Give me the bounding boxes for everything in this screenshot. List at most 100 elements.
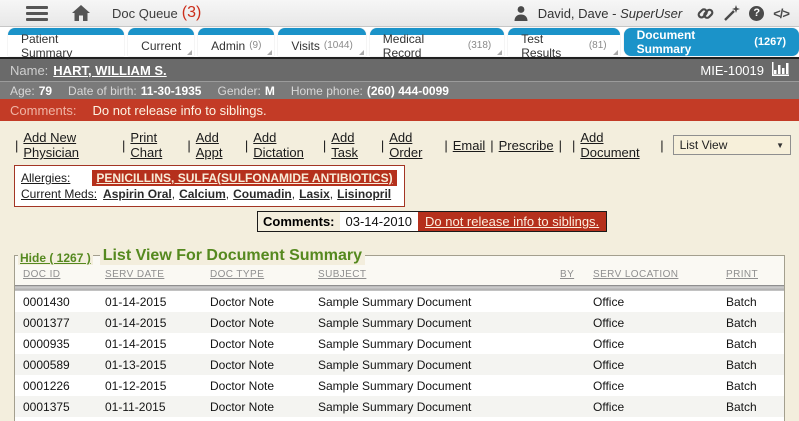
tab-visits[interactable]: Visits(1044)	[278, 28, 365, 56]
comment-text-link[interactable]: Do not release info to siblings.	[418, 212, 606, 231]
cell-serv-date: 01-14-2015	[105, 333, 210, 354]
hide-link[interactable]: Hide ( 1267 )	[18, 251, 93, 265]
tab-medical-record[interactable]: Medical Record(318)	[370, 28, 504, 56]
cell-serv-location: Office	[593, 333, 726, 354]
pipe: |	[490, 138, 493, 153]
document-table-panel: DOC IDSERV DATEDOC TYPESUBJECTBYSERV LOC…	[14, 255, 785, 421]
allergies-label[interactable]: Allergies:	[21, 171, 70, 185]
table-row[interactable]: 000058901-13-2015Doctor NoteSample Summa…	[15, 354, 784, 375]
phone-value: (260) 444-0099	[367, 84, 449, 98]
patient-name-link[interactable]: HART, WILLIAM S.	[53, 63, 166, 78]
column-header-print[interactable]: PRINT	[726, 267, 784, 286]
cell-subject: Sample Summary Document	[318, 375, 560, 396]
comment-box-label: Comments:	[258, 212, 340, 231]
cell-print: Batch	[726, 396, 784, 417]
cell-subject: Sample Summary Document	[318, 354, 560, 375]
cell-doc-type: Doctor Note	[210, 312, 318, 333]
add-document-link[interactable]: Add Document	[580, 130, 655, 160]
cell-serv-location: Office	[593, 312, 726, 333]
med-link-aspirin-oral[interactable]: Aspirin Oral	[103, 187, 172, 201]
actions-right: | Add Document | List View ▼	[567, 130, 791, 160]
cell-serv-date: 01-12-2015	[105, 375, 210, 396]
column-header-by[interactable]: BY	[560, 267, 593, 286]
tab-admin[interactable]: Admin(9)	[198, 28, 274, 56]
table-row[interactable]: 000137701-14-2015Doctor NoteSample Summa…	[15, 312, 784, 333]
document-table: DOC IDSERV DATEDOC TYPESUBJECTBYSERV LOC…	[15, 267, 784, 421]
phone-label: Home phone:	[291, 84, 363, 98]
wand-icon[interactable]	[723, 5, 740, 22]
tab-document-summary[interactable]: Document Summary(1267)	[624, 28, 799, 56]
med-link-calcium[interactable]: Calcium	[179, 187, 226, 201]
tab-current[interactable]: Current	[128, 28, 194, 56]
cell-doc-type: Doctor Note	[210, 417, 318, 421]
action-link-print-chart[interactable]: Print Chart	[130, 130, 182, 160]
cell-subject: Sample Summary Document	[318, 333, 560, 354]
tab-test-results[interactable]: Test Results(81)	[508, 28, 619, 56]
tab-patient-summary[interactable]: Patient Summary	[8, 28, 124, 56]
cell-doc-type: Doctor Note	[210, 333, 318, 354]
action-link-add-task[interactable]: Add Task	[331, 130, 376, 160]
name-label: Name:	[10, 63, 48, 78]
med-separator: ,	[172, 187, 175, 201]
column-header-doc-type[interactable]: DOC TYPE	[210, 267, 318, 286]
column-header-serv-location[interactable]: SERV LOCATION	[593, 267, 726, 286]
column-header-serv-date[interactable]: SERV DATE	[105, 267, 210, 286]
table-row[interactable]: 000122601-12-2015Doctor NoteSample Summa…	[15, 375, 784, 396]
action-link-add-order[interactable]: Add Order	[389, 130, 439, 160]
menu-icon[interactable]	[26, 6, 48, 21]
cell-serv-date: 01-11-2015	[105, 396, 210, 417]
table-row[interactable]: 000143001-14-2015Doctor NoteSample Summa…	[15, 291, 784, 313]
med-link-lisinopril[interactable]: Lisinopril	[337, 187, 391, 201]
user-role: SuperUser	[620, 6, 682, 21]
cell-serv-location: Office	[593, 354, 726, 375]
action-link-add-dictation[interactable]: Add Dictation	[253, 130, 318, 160]
cell-print: Batch	[726, 375, 784, 396]
cell-subject: Sample Summary Document	[318, 312, 560, 333]
table-row[interactable]: 000093501-14-2015Doctor NoteSample Summa…	[15, 333, 784, 354]
cell-doc-id: 0000589	[15, 354, 105, 375]
listview-legend: Hide ( 1267 ) List View For Document Sum…	[14, 246, 785, 265]
cell-serv-date: 01-11-2015	[105, 417, 210, 421]
code-icon[interactable]: </>	[773, 6, 789, 21]
cell-by	[560, 396, 593, 417]
med-link-lasix[interactable]: Lasix	[299, 187, 330, 201]
action-link-prescribe[interactable]: Prescribe	[499, 138, 554, 153]
med-separator: ,	[226, 187, 229, 201]
chart-graph-icon[interactable]	[772, 62, 789, 79]
queue-title[interactable]: Doc Queue	[112, 6, 178, 21]
action-link-email[interactable]: Email	[453, 138, 486, 153]
cell-doc-id: 0001377	[15, 312, 105, 333]
table-row[interactable]: 000137501-11-2015Doctor NoteSample Summa…	[15, 396, 784, 417]
age-label: Age:	[10, 84, 35, 98]
view-select[interactable]: List View ▼	[673, 135, 791, 155]
cell-serv-date: 01-13-2015	[105, 354, 210, 375]
queue-count: (3)	[182, 4, 202, 22]
link-icon[interactable]	[697, 5, 714, 22]
cell-print: Batch	[726, 291, 784, 313]
column-header-subject[interactable]: SUBJECT	[318, 267, 560, 286]
cell-serv-location: Office	[593, 375, 726, 396]
cell-serv-location: Office	[593, 396, 726, 417]
column-header-doc-id[interactable]: DOC ID	[15, 267, 105, 286]
allergy-value-link[interactable]: PENICILLINS, SULFA(SULFONAMIDE ANTIBIOTI…	[92, 170, 396, 186]
home-icon[interactable]	[72, 5, 90, 21]
current-meds-label[interactable]: Current Meds:	[21, 187, 97, 201]
action-link-add-new-physician[interactable]: Add New Physician	[23, 130, 117, 160]
cell-by	[560, 291, 593, 313]
comment-box: Comments: 03-14-2010 Do not release info…	[257, 211, 607, 232]
cell-doc-id: 0001430	[15, 291, 105, 313]
tab-bar: Patient SummaryCurrentAdmin(9)Visits(104…	[0, 27, 799, 57]
pipe: |	[245, 138, 248, 153]
listview-title: List View For Document Summary	[100, 246, 365, 265]
view-select-value: List View	[680, 138, 728, 152]
cell-print: Batch	[726, 333, 784, 354]
action-link-add-appt[interactable]: Add Appt	[196, 130, 240, 160]
pipe: |	[122, 138, 125, 153]
med-link-coumadin[interactable]: Coumadin	[233, 187, 292, 201]
table-row[interactable]: 000132001-11-2015Doctor NoteSample Summa…	[15, 417, 784, 421]
patient-demographics-bar: Age: 79 Date of birth: 11-30-1935 Gender…	[0, 81, 799, 99]
cell-doc-id: 0000935	[15, 333, 105, 354]
patient-comments-bar: Comments: Do not release info to sibling…	[0, 99, 799, 121]
help-icon[interactable]: ?	[749, 6, 764, 21]
cell-subject: Sample Summary Document	[318, 396, 560, 417]
